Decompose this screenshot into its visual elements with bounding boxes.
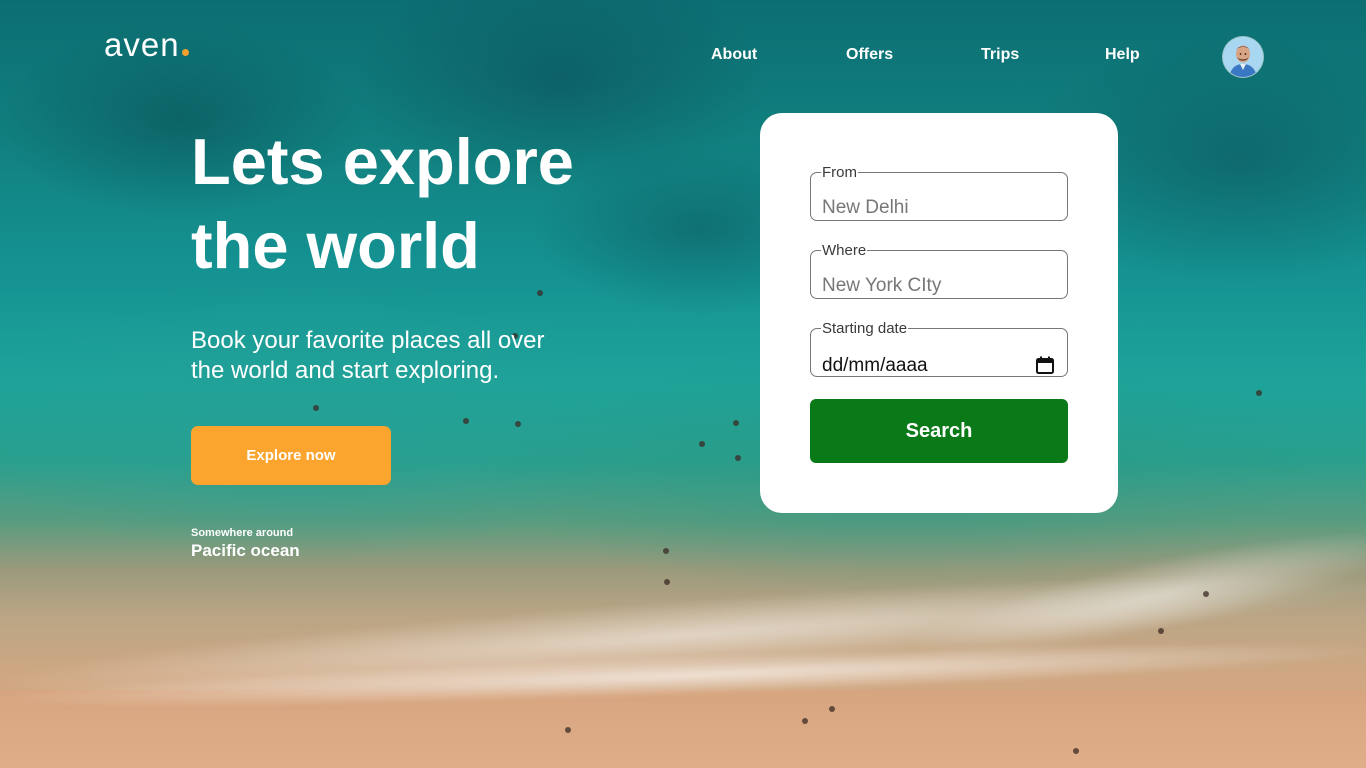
hero-title-line-2: the world xyxy=(191,209,480,282)
hero-title: Lets explore the world xyxy=(191,120,711,288)
starting-date-field[interactable]: Starting date dd/mm/aaaa xyxy=(810,321,1068,377)
location-name: Pacific ocean xyxy=(191,541,300,560)
swimmer xyxy=(733,420,739,426)
calendar-icon[interactable] xyxy=(1036,356,1054,374)
starting-date-label: Starting date xyxy=(822,320,908,337)
swimmer xyxy=(1256,390,1262,396)
hero-subtitle-line-1: Book your favorite places all over xyxy=(191,327,545,354)
beach-walker xyxy=(1073,748,1079,754)
from-label: From xyxy=(822,164,857,181)
user-avatar-icon xyxy=(1223,37,1263,77)
beach-walker xyxy=(829,706,835,712)
swimmer xyxy=(664,579,670,585)
from-field: From xyxy=(810,164,1068,222)
where-label: Where xyxy=(822,242,867,259)
where-field: Where xyxy=(810,242,1068,300)
search-card: From Where Starting date dd/mm/aaaa Sear… xyxy=(760,113,1118,513)
swimmer xyxy=(515,421,521,427)
swimmer xyxy=(663,548,669,554)
beach-walker xyxy=(802,718,808,724)
nav-link-about[interactable]: About xyxy=(711,46,757,64)
main-nav: About Offers Trips Help xyxy=(0,46,1366,68)
hero-subtitle-line-2: the world and start exploring. xyxy=(191,357,500,384)
nav-link-offers[interactable]: Offers xyxy=(846,46,893,64)
swimmer xyxy=(1203,591,1209,597)
hero-subtitle: Book your favorite places all over the w… xyxy=(191,326,621,386)
swimmer xyxy=(463,418,469,424)
swimmer xyxy=(313,405,319,411)
where-input[interactable] xyxy=(822,272,1050,300)
swimmer xyxy=(1158,628,1164,634)
location-caption: Somewhere around xyxy=(191,527,294,539)
hero-title-line-1: Lets explore xyxy=(191,125,574,198)
swimmer xyxy=(735,455,741,461)
nav-link-help[interactable]: Help xyxy=(1105,46,1140,64)
search-button[interactable]: Search xyxy=(810,399,1068,463)
user-avatar[interactable] xyxy=(1223,37,1263,77)
nav-link-trips[interactable]: Trips xyxy=(981,46,1019,64)
swimmer xyxy=(537,290,543,296)
from-input[interactable] xyxy=(822,194,1050,222)
swimmer xyxy=(699,441,705,447)
explore-now-button[interactable]: Explore now xyxy=(191,426,391,485)
beach-walker xyxy=(565,727,571,733)
starting-date-input[interactable]: dd/mm/aaaa xyxy=(822,355,928,377)
